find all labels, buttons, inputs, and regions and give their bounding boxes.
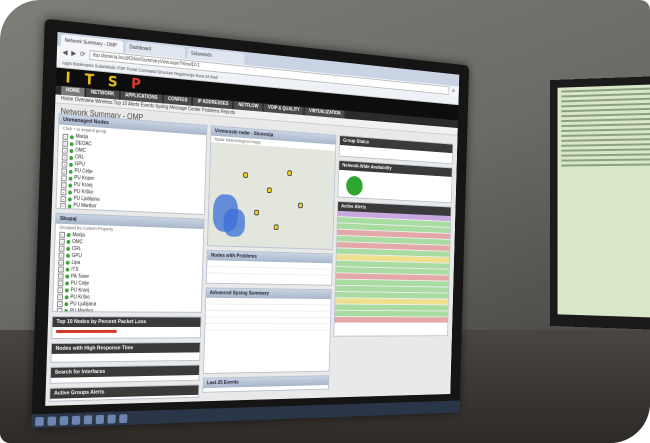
search-panel: Search for Interfaces: [50, 364, 200, 384]
expand-icon[interactable]: +: [61, 182, 67, 188]
availability-indicator: [346, 176, 363, 196]
back-icon[interactable]: ◀: [62, 48, 67, 56]
alerts-panel: Active Groups Alerts: [49, 385, 199, 402]
status-dot-icon: [67, 233, 71, 237]
radar-map[interactable]: [208, 142, 335, 249]
left-column: Unmanaged Nodes Click + to expand group …: [49, 114, 207, 402]
panel-title: Nodes with High Response Time: [52, 343, 200, 354]
photo-frame: Network Summary - OMP Dashboard Solarwin…: [0, 0, 650, 443]
status-dot-icon: [66, 261, 70, 265]
status-dot-icon: [69, 176, 73, 180]
status-dot-icon: [70, 148, 74, 152]
dashboard-grid: Unmanaged Nodes Click + to expand group …: [49, 114, 454, 402]
status-dot-icon: [65, 282, 69, 286]
syslog-panel: Advanced Syslog Summary: [203, 287, 332, 374]
taskbar-app-icon[interactable]: [107, 414, 115, 423]
expand-icon[interactable]: +: [62, 140, 68, 146]
tree-node-label: PU Maribor: [73, 203, 96, 211]
table-row[interactable]: [205, 324, 330, 331]
expand-icon[interactable]: +: [57, 295, 63, 301]
status-dot-icon: [70, 135, 74, 139]
status-dot-icon: [68, 204, 72, 208]
status-dot-icon: [68, 190, 72, 194]
status-dot-icon: [69, 155, 73, 159]
expand-icon[interactable]: +: [60, 196, 66, 202]
main-monitor: Network Summary - OMP Dashboard Solarwin…: [31, 19, 469, 429]
sites-panel: Skupaj Grouped by Custom Property + Marij…: [52, 213, 204, 313]
tree-node-label: PU Maribor: [70, 308, 94, 312]
expand-icon[interactable]: +: [61, 175, 67, 181]
availability-panel: Network-Wide Availability: [338, 160, 453, 203]
expand-icon[interactable]: +: [58, 274, 64, 280]
taskbar-app-icon[interactable]: [60, 416, 69, 425]
expand-icon[interactable]: +: [59, 239, 65, 245]
status-dot-icon: [69, 169, 73, 173]
expand-icon[interactable]: +: [59, 246, 65, 252]
status-dot-icon: [66, 240, 70, 244]
active-alerts-panel: Active Alerts: [333, 201, 451, 337]
status-dot-icon: [68, 183, 72, 187]
start-button-icon[interactable]: [35, 416, 44, 425]
panel-title: Active Groups Alerts: [50, 386, 198, 399]
expand-icon[interactable]: +: [62, 147, 68, 153]
problems-panel: Nodes with Problems: [206, 250, 333, 286]
expand-icon[interactable]: +: [61, 189, 67, 195]
expand-icon[interactable]: +: [57, 288, 63, 294]
status-dot-icon: [69, 162, 73, 166]
taskbar-app-icon[interactable]: [84, 415, 93, 424]
status-dot-icon: [66, 247, 70, 251]
middle-column: Vremenski radar - Slovenija Radar Meteor…: [202, 125, 336, 397]
node-tree: + Marija + DEOAC + OMC + CRL + GPU + PU Celje + PU Ko…: [56, 131, 207, 214]
reload-icon[interactable]: ⟳: [80, 50, 86, 58]
site-tree: + Marija + OMC + CRL + GPU + Lipa + ITS + PA Taxer + PU…: [52, 230, 203, 312]
expand-icon[interactable]: +: [57, 308, 63, 312]
status-dot-icon: [65, 275, 69, 279]
status-dot-icon: [66, 254, 70, 258]
taskbar-app-icon[interactable]: [96, 414, 104, 423]
expand-icon[interactable]: +: [62, 154, 68, 160]
response-panel: Nodes with High Response Time: [50, 342, 200, 363]
taskbar-app-icon[interactable]: [72, 415, 81, 424]
taskbar-app-icon[interactable]: [47, 416, 56, 425]
expand-icon[interactable]: +: [57, 302, 63, 308]
radar-map-panel: Vremenski radar - Slovenija Radar Meteor…: [207, 125, 336, 250]
forward-icon[interactable]: ▶: [71, 49, 76, 57]
expand-icon[interactable]: +: [59, 232, 65, 238]
status-dot-icon: [68, 197, 72, 201]
top10-panel: Top 10 Nodes by Percent Packet Loss: [51, 316, 201, 339]
status-dot-icon: [66, 268, 70, 272]
panel-title: Top 10 Nodes by Percent Packet Loss: [53, 317, 201, 327]
panel-title: Network-Wide Availability: [339, 161, 452, 177]
status-dot-icon: [64, 303, 68, 307]
status-dot-icon: [64, 310, 68, 313]
taskbar-app-icon[interactable]: [119, 414, 127, 423]
unmanaged-nodes-panel: Unmanaged Nodes Click + to expand group …: [56, 114, 208, 215]
panel-title: Search for Interfaces: [51, 365, 199, 377]
expand-icon[interactable]: +: [62, 161, 68, 167]
packet-loss-bar: [56, 329, 117, 332]
status-dot-icon: [70, 142, 74, 146]
alert-row[interactable]: [335, 317, 448, 323]
main-screen: Network Summary - OMP Dashboard Solarwin…: [45, 32, 459, 406]
expand-icon[interactable]: +: [59, 253, 65, 259]
expand-icon[interactable]: +: [61, 168, 67, 174]
menu-icon[interactable]: ≡: [452, 88, 455, 94]
last-events-panel: Last 25 Events: [202, 375, 329, 393]
expand-icon[interactable]: +: [58, 260, 64, 266]
panel-title: Last 25 Events: [203, 376, 328, 388]
expand-icon[interactable]: +: [58, 281, 64, 287]
expand-icon[interactable]: +: [58, 267, 64, 273]
status-dot-icon: [65, 296, 69, 300]
secondary-screen: [558, 84, 650, 318]
right-column: Group Status Network-Wide Availability A…: [332, 135, 453, 394]
expand-icon[interactable]: +: [60, 202, 66, 208]
expand-icon[interactable]: +: [62, 133, 68, 139]
secondary-monitor: [550, 76, 650, 330]
tree-node[interactable]: + PU Maribor: [57, 308, 198, 312]
status-dot-icon: [65, 289, 69, 293]
